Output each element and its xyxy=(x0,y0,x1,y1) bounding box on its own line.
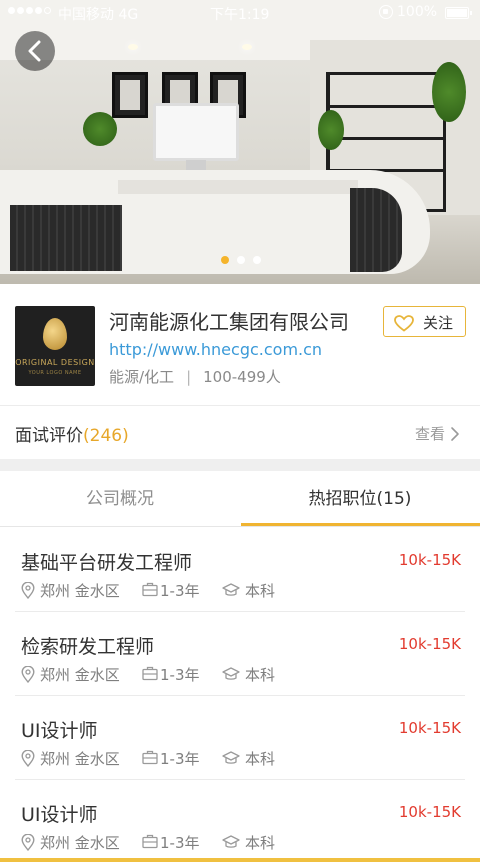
company-industry: 能源/化工 xyxy=(109,368,175,386)
chevron-left-icon xyxy=(28,40,41,62)
plant xyxy=(318,110,344,150)
job-experience: 1-3年 xyxy=(160,582,200,600)
graduation-cap-icon xyxy=(222,835,240,848)
status-bar: 中国移动 4G 下午1:19 100% xyxy=(0,0,480,26)
job-experience: 1-3年 xyxy=(160,834,200,852)
back-button[interactable] xyxy=(15,31,55,71)
computer-monitor xyxy=(153,103,239,161)
plant xyxy=(432,62,466,122)
job-item[interactable]: UI设计师 10k-15K 郑州 金水区 1-3年 本科 xyxy=(0,780,480,862)
company-size: 100-499人 xyxy=(203,368,281,386)
company-logo: ORIGINAL DESIGN YOUR LOGO NAME xyxy=(15,306,95,386)
job-education: 本科 xyxy=(245,666,276,684)
wall-frame xyxy=(112,72,148,118)
carrier-label: 中国移动 4G xyxy=(58,7,139,23)
carousel-indicator xyxy=(0,256,480,264)
clock: 下午1:19 xyxy=(210,7,270,23)
job-item[interactable]: 检索研发工程师 10k-15K 郑州 金水区 1-3年 本科 xyxy=(0,612,480,696)
company-banner-image[interactable] xyxy=(0,0,480,284)
carousel-dot[interactable] xyxy=(253,256,261,264)
flame-icon xyxy=(43,318,67,350)
location-pin-icon xyxy=(21,582,35,599)
job-experience: 1-3年 xyxy=(160,666,200,684)
job-location: 郑州 金水区 xyxy=(40,750,120,768)
job-education: 本科 xyxy=(245,834,276,852)
location-pin-icon xyxy=(21,834,35,851)
job-salary: 10k-15K xyxy=(398,635,461,653)
job-item[interactable]: UI设计师 10k-15K 郑州 金水区 1-3年 本科 xyxy=(0,696,480,780)
signal-strength-icon xyxy=(8,7,51,14)
ceiling-light xyxy=(128,44,138,50)
plant xyxy=(83,112,117,146)
ceiling-light xyxy=(242,44,252,50)
battery-icon xyxy=(445,7,472,19)
heart-icon xyxy=(394,315,414,332)
meta-separator: | xyxy=(186,368,192,386)
graduation-cap-icon xyxy=(222,751,240,764)
company-meta: 能源/化工 | 100-499人 xyxy=(109,366,281,387)
job-title: UI设计师 xyxy=(21,720,98,742)
follow-label: 关注 xyxy=(423,314,454,332)
company-website-link[interactable]: http://www.hnecgc.com.cn xyxy=(109,340,322,359)
interview-reviews-row[interactable]: 面试评价(246) 查看 xyxy=(0,405,480,459)
job-location: 郑州 金水区 xyxy=(40,666,120,684)
interview-label: 面试评价 xyxy=(15,426,83,446)
battery-percent: 100% xyxy=(397,4,438,20)
location-pin-icon xyxy=(21,750,35,767)
briefcase-icon xyxy=(142,834,158,849)
job-item[interactable]: 基础平台研发工程师 10k-15K 郑州 金水区 1-3年 本科 xyxy=(0,528,480,612)
briefcase-icon xyxy=(142,750,158,765)
view-link[interactable]: 查看 xyxy=(415,423,445,444)
job-experience: 1-3年 xyxy=(160,750,200,768)
job-title: UI设计师 xyxy=(21,804,98,826)
chevron-right-icon xyxy=(451,427,459,441)
tab-bar: 公司概况 热招职位(15) xyxy=(0,471,480,527)
job-education: 本科 xyxy=(245,750,276,768)
briefcase-icon xyxy=(142,666,158,681)
job-title: 检索研发工程师 xyxy=(21,636,155,658)
job-salary: 10k-15K xyxy=(398,803,461,821)
desk-top xyxy=(118,180,358,194)
section-divider xyxy=(0,459,480,471)
carousel-dot-active[interactable] xyxy=(221,256,229,264)
active-tab-indicator xyxy=(241,523,480,526)
tab-hot-jobs[interactable]: 热招职位(15) xyxy=(240,471,480,527)
interview-reviews-title: 面试评价(246) xyxy=(15,421,129,446)
follow-button[interactable]: 关注 xyxy=(383,306,466,337)
carousel-dot[interactable] xyxy=(237,256,245,264)
graduation-cap-icon xyxy=(222,667,240,680)
job-salary: 10k-15K xyxy=(398,719,461,737)
rotation-lock-icon xyxy=(379,5,393,19)
company-info: ORIGINAL DESIGN YOUR LOGO NAME 河南能源化工集团有… xyxy=(0,284,480,404)
interview-count: (246) xyxy=(83,426,129,446)
logo-text: ORIGINAL DESIGN xyxy=(15,358,95,367)
job-salary: 10k-15K xyxy=(398,551,461,569)
tab-company-overview[interactable]: 公司概况 xyxy=(0,471,240,527)
job-location: 郑州 金水区 xyxy=(40,582,120,600)
bottom-frame-border xyxy=(0,858,480,862)
job-title: 基础平台研发工程师 xyxy=(21,552,193,574)
company-name: 河南能源化工集团有限公司 xyxy=(109,310,349,334)
logo-subtext: YOUR LOGO NAME xyxy=(28,370,82,376)
location-pin-icon xyxy=(21,666,35,683)
briefcase-icon xyxy=(142,582,158,597)
job-location: 郑州 金水区 xyxy=(40,834,120,852)
graduation-cap-icon xyxy=(222,583,240,596)
job-education: 本科 xyxy=(245,582,276,600)
